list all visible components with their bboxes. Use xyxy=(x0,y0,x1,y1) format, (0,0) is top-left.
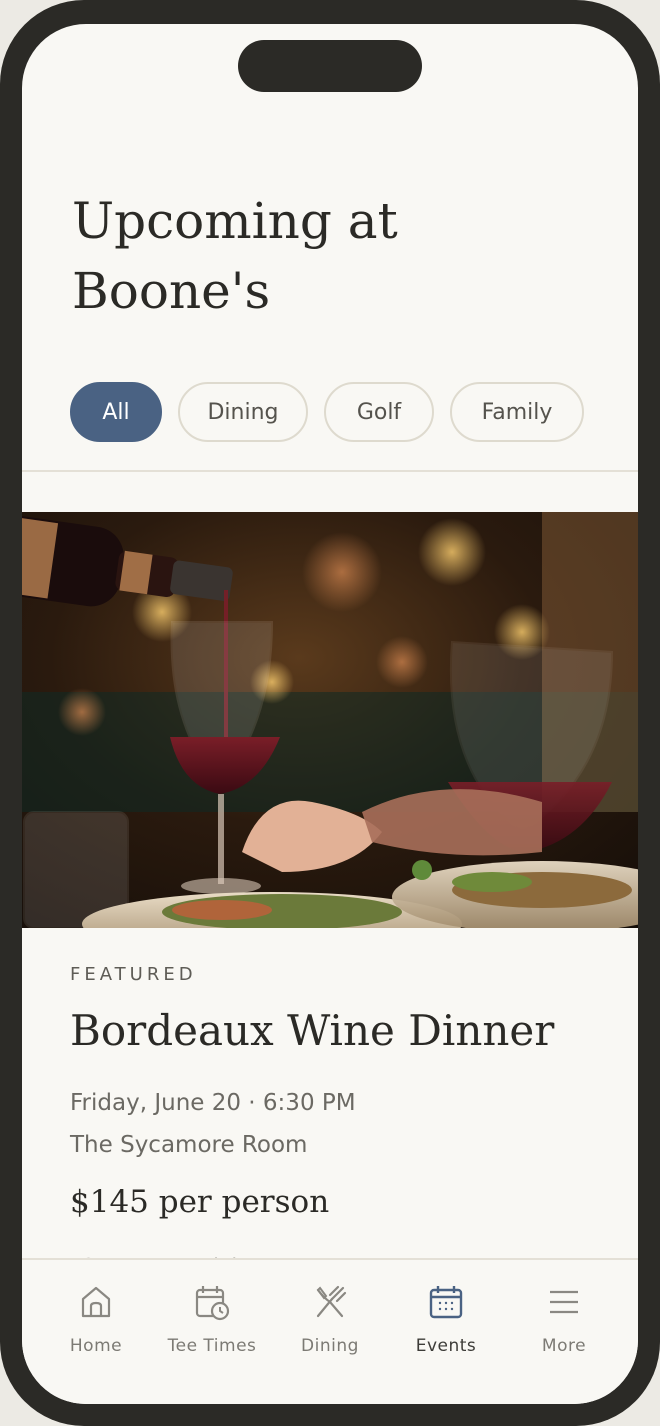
phone-frame: Upcoming at Boone's All Dining Golf Fami… xyxy=(0,0,660,1426)
event-title[interactable]: Bordeaux Wine Dinner xyxy=(70,1000,610,1062)
tab-label-more: More xyxy=(541,1336,587,1356)
filter-chip-family[interactable]: Family xyxy=(450,382,584,442)
calendar-clock-icon xyxy=(195,1286,230,1321)
dynamic-island xyxy=(238,40,422,92)
calendar-icon xyxy=(429,1286,463,1319)
tab-more[interactable]: More xyxy=(506,1282,622,1362)
featured-event-image[interactable] xyxy=(22,512,638,928)
tab-label-tee-times: Tee Times xyxy=(167,1336,257,1356)
header-divider xyxy=(22,470,638,472)
fork-knife-icon xyxy=(316,1285,347,1318)
tab-events[interactable]: Events xyxy=(388,1282,504,1362)
filter-chip-all[interactable]: All xyxy=(70,382,162,442)
bottom-tab-bar: Home Tee Times Dining Events More xyxy=(22,1258,638,1404)
event-datetime: Friday, June 20 · 6:30 PM xyxy=(70,1090,356,1116)
filter-chip-dining[interactable]: Dining xyxy=(178,382,308,442)
tab-label-events: Events xyxy=(415,1336,477,1356)
tab-label-dining: Dining xyxy=(301,1336,359,1356)
tab-label-home: Home xyxy=(69,1336,123,1356)
home-icon xyxy=(81,1286,111,1318)
event-location: The Sycamore Room xyxy=(70,1132,308,1158)
tab-tee-times[interactable]: Tee Times xyxy=(154,1282,270,1362)
tab-home[interactable]: Home xyxy=(38,1282,154,1362)
featured-eyebrow: FEATURED xyxy=(70,964,197,985)
tab-dining[interactable]: Dining xyxy=(272,1282,388,1362)
menu-icon xyxy=(550,1290,578,1314)
filter-chip-golf[interactable]: Golf xyxy=(324,382,434,442)
event-price: $145 per person xyxy=(70,1184,330,1220)
app-screen: Upcoming at Boone's All Dining Golf Fami… xyxy=(22,24,638,1404)
page-title: Upcoming at Boone's xyxy=(72,192,398,320)
